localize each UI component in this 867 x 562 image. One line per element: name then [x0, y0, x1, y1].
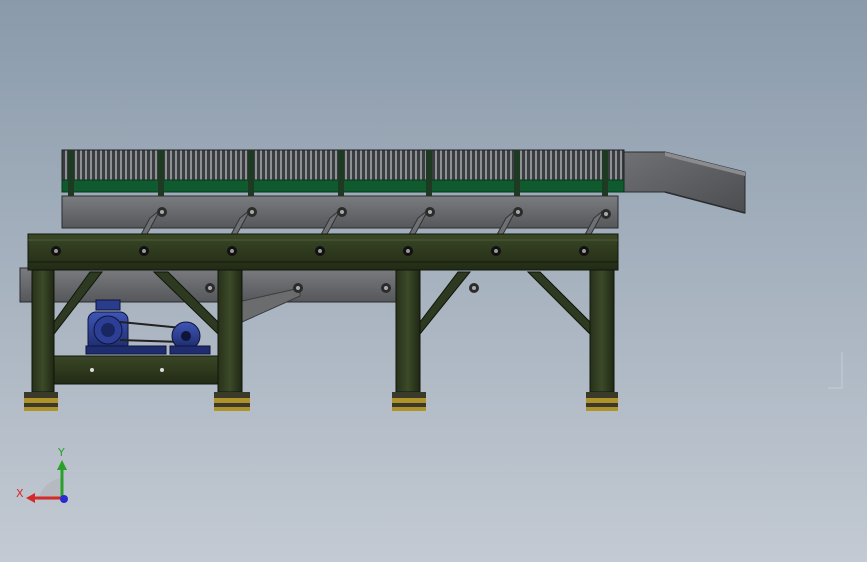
- foot-pads: [24, 392, 618, 411]
- model-canvas[interactable]: Y X: [0, 0, 867, 562]
- view-reference-icon: [828, 352, 843, 389]
- x-axis-label: X: [16, 487, 24, 500]
- discharge-chute[interactable]: [619, 151, 746, 214]
- 3d-viewport[interactable]: Y X: [0, 0, 867, 562]
- y-axis-label: Y: [57, 446, 65, 459]
- screen-deck[interactable]: [61, 149, 625, 196]
- coordinate-triad[interactable]: Y X: [16, 446, 68, 503]
- main-beam[interactable]: [27, 233, 619, 271]
